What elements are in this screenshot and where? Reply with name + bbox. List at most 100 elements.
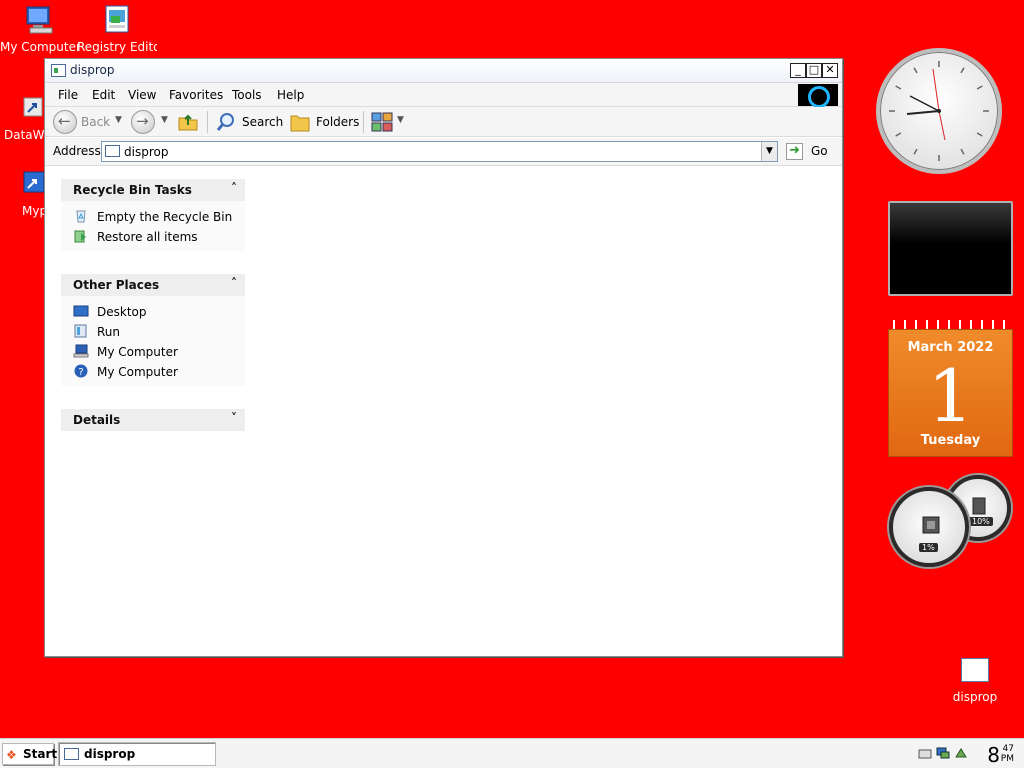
cpu-percent: 1% <box>919 543 938 552</box>
pane-header[interactable]: Recycle Bin Tasks ˄ <box>61 179 245 201</box>
back-arrow-icon[interactable] <box>53 110 77 134</box>
address-bar: Address disprop ▼ ➜ Go <box>45 138 842 166</box>
network-icon[interactable] <box>936 747 950 759</box>
clock-second-hand <box>938 110 946 141</box>
place-label: Desktop <box>97 305 147 319</box>
go-button-label[interactable]: Go <box>811 144 828 158</box>
cpu-gauge: 1% <box>889 487 969 567</box>
minimize-button[interactable]: _ <box>790 63 806 78</box>
address-value: disprop <box>124 145 169 159</box>
task-restore-all-items[interactable]: Restore all items <box>61 227 245 247</box>
title-bar[interactable]: disprop _ □ ✕ <box>45 59 842 83</box>
clock-second-hand <box>932 68 940 112</box>
desktop-icon-label: DataWa <box>4 128 48 142</box>
maximize-button[interactable]: □ <box>806 63 822 78</box>
desktop-icon-my-computer[interactable]: My Computer <box>0 4 80 54</box>
desktop-icon-disprop[interactable]: disprop <box>940 658 1010 704</box>
menu-edit[interactable]: Edit <box>92 88 115 102</box>
run-icon <box>74 324 87 338</box>
taskbar: ❖ Start disprop 8 47 PM <box>0 738 1024 768</box>
disprop-icon <box>961 658 989 682</box>
search-icon[interactable] <box>215 111 237 133</box>
menu-tools[interactable]: Tools <box>232 88 262 102</box>
back-dropdown-icon[interactable]: ▼ <box>115 115 122 125</box>
clock-center <box>937 109 941 113</box>
place-run[interactable]: Run <box>61 322 245 342</box>
task-label: Empty the Recycle Bin <box>97 210 233 224</box>
place-my-computer[interactable]: My Computer <box>61 342 245 362</box>
clock-hour: 8 <box>987 743 1000 767</box>
black-gadget[interactable] <box>888 201 1013 296</box>
pane-header[interactable]: Other Places ˄ <box>61 274 245 296</box>
pane-body: Empty the Recycle Bin Restore all items <box>61 201 245 251</box>
folder-up-icon[interactable] <box>177 111 199 133</box>
system-tray: 8 47 PM <box>904 739 1024 768</box>
help-icon: ? <box>74 364 88 378</box>
pane-header[interactable]: Details ˅ <box>61 409 245 431</box>
desktop-icon <box>73 305 89 317</box>
menu-help[interactable]: Help <box>277 88 304 102</box>
desktop-icon-label: Myp <box>22 204 48 218</box>
search-button-label[interactable]: Search <box>242 115 283 129</box>
pane-recycle-bin-tasks: Recycle Bin Tasks ˄ Empty the Recycle Bi… <box>61 179 245 251</box>
place-desktop[interactable]: Desktop <box>61 302 245 322</box>
desktop-icon-label: disprop <box>952 690 998 704</box>
task-empty-recycle-bin[interactable]: Empty the Recycle Bin <box>61 207 245 227</box>
menu-favorites[interactable]: Favorites <box>169 88 223 102</box>
cpu-chip-icon <box>922 516 940 534</box>
desktop-icon-registry-editor[interactable]: Registry Editor <box>77 4 157 54</box>
collapse-chevron-icon[interactable]: ˄ <box>231 276 237 290</box>
task-label: Restore all items <box>97 230 198 244</box>
my-computer-icon <box>73 344 89 358</box>
close-button[interactable]: ✕ <box>822 63 838 78</box>
calendar-gadget[interactable]: March 2022 1 Tuesday <box>888 320 1013 457</box>
folders-icon[interactable] <box>289 111 311 133</box>
clock-hour-hand <box>906 110 940 115</box>
calendar-day: 1 <box>927 354 974 438</box>
window-title: disprop <box>70 63 115 77</box>
folders-button-label[interactable]: Folders <box>316 115 359 129</box>
desktop-icon-label: Registry Editor <box>77 40 157 54</box>
address-dropdown-icon[interactable]: ▼ <box>761 142 777 161</box>
windows-flag-icon: ❖ <box>6 748 17 762</box>
desktop-icon-datawa[interactable]: DataWa <box>0 92 48 142</box>
collapse-chevron-icon[interactable]: ˄ <box>231 181 237 195</box>
toolbar: Back ▼ ▼ Search Folders ▼ <box>45 107 842 137</box>
start-button[interactable]: ❖ Start <box>2 743 57 765</box>
address-folder-icon <box>105 145 120 157</box>
pane-details: Details ˅ <box>61 409 245 431</box>
keyboard-icon[interactable] <box>918 747 932 759</box>
desktop-icon-myp[interactable]: Myp <box>0 168 48 218</box>
address-label: Address <box>53 144 101 158</box>
views-dropdown-icon[interactable]: ▼ <box>397 115 404 125</box>
forward-arrow-icon[interactable] <box>131 110 155 134</box>
forward-dropdown-icon[interactable]: ▼ <box>161 115 168 125</box>
address-input[interactable]: disprop ▼ <box>101 141 778 162</box>
pane-title: Details <box>73 413 121 427</box>
place-my-computer-help[interactable]: ? My Computer <box>61 362 245 382</box>
clock-gadget[interactable] <box>876 48 1002 174</box>
menu-file[interactable]: File <box>58 88 78 102</box>
taskbar-clock[interactable]: 8 47 PM <box>976 742 1016 767</box>
taskbar-button-label: disprop <box>84 747 136 761</box>
calendar-card: March 2022 1 Tuesday <box>888 329 1013 457</box>
cpu-meter-gadget[interactable]: 10% 1% <box>885 473 1015 573</box>
pane-other-places: Other Places ˄ Desktop Run My Computer ?… <box>61 274 245 386</box>
security-icon[interactable] <box>954 747 968 759</box>
menu-view[interactable]: View <box>128 88 156 102</box>
back-button-label[interactable]: Back <box>81 115 110 129</box>
clock-ampm: PM <box>1000 754 1014 764</box>
views-icon[interactable] <box>371 112 393 132</box>
clock-minute-hand <box>909 95 940 112</box>
memory-chip-icon <box>972 497 986 515</box>
go-arrow-icon[interactable]: ➜ <box>786 143 803 160</box>
windows-logo-icon <box>798 84 838 108</box>
pane-title: Other Places <box>73 278 160 292</box>
expand-chevron-icon[interactable]: ˅ <box>231 411 237 425</box>
taskbar-button-disprop[interactable]: disprop <box>58 742 216 766</box>
memory-percent: 10% <box>969 517 993 526</box>
my-computer-icon <box>26 6 53 34</box>
restore-icon <box>74 230 86 243</box>
menu-bar: File Edit View Favorites Tools Help <box>45 83 842 108</box>
window-app-icon <box>51 64 66 77</box>
